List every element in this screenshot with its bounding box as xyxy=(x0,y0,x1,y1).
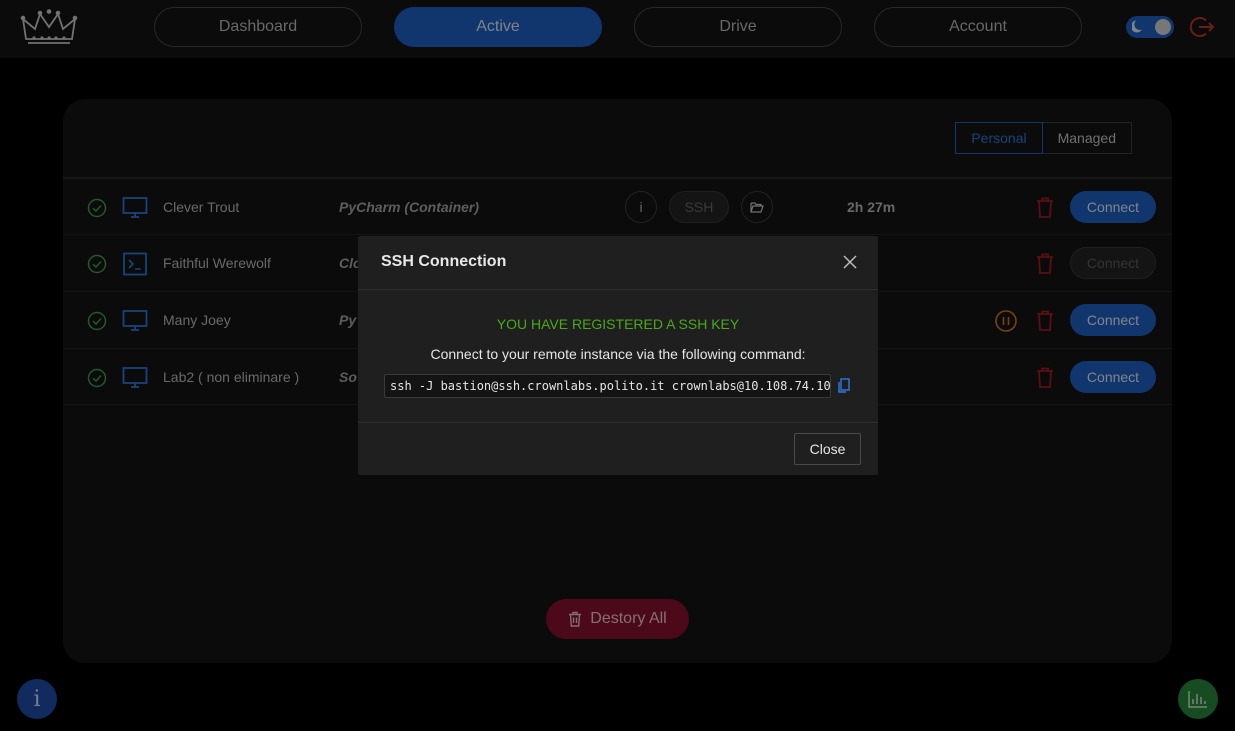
close-icon[interactable] xyxy=(842,254,858,270)
copy-icon[interactable] xyxy=(838,378,850,393)
modal-header: SSH Connection xyxy=(358,236,878,290)
close-button[interactable]: Close xyxy=(794,433,861,465)
modal-footer: Close xyxy=(358,422,878,475)
ssh-key-status: YOU HAVE REGISTERED A SSH KEY xyxy=(496,316,740,332)
modal-title: SSH Connection xyxy=(381,253,507,270)
ssh-connection-modal: SSH Connection YOU HAVE REGISTERED A SSH… xyxy=(358,236,878,475)
ssh-command[interactable]: ssh -J bastion@ssh.crownlabs.polito.it c… xyxy=(384,374,831,398)
ssh-instruction: Connect to your remote instance via the … xyxy=(430,346,806,362)
